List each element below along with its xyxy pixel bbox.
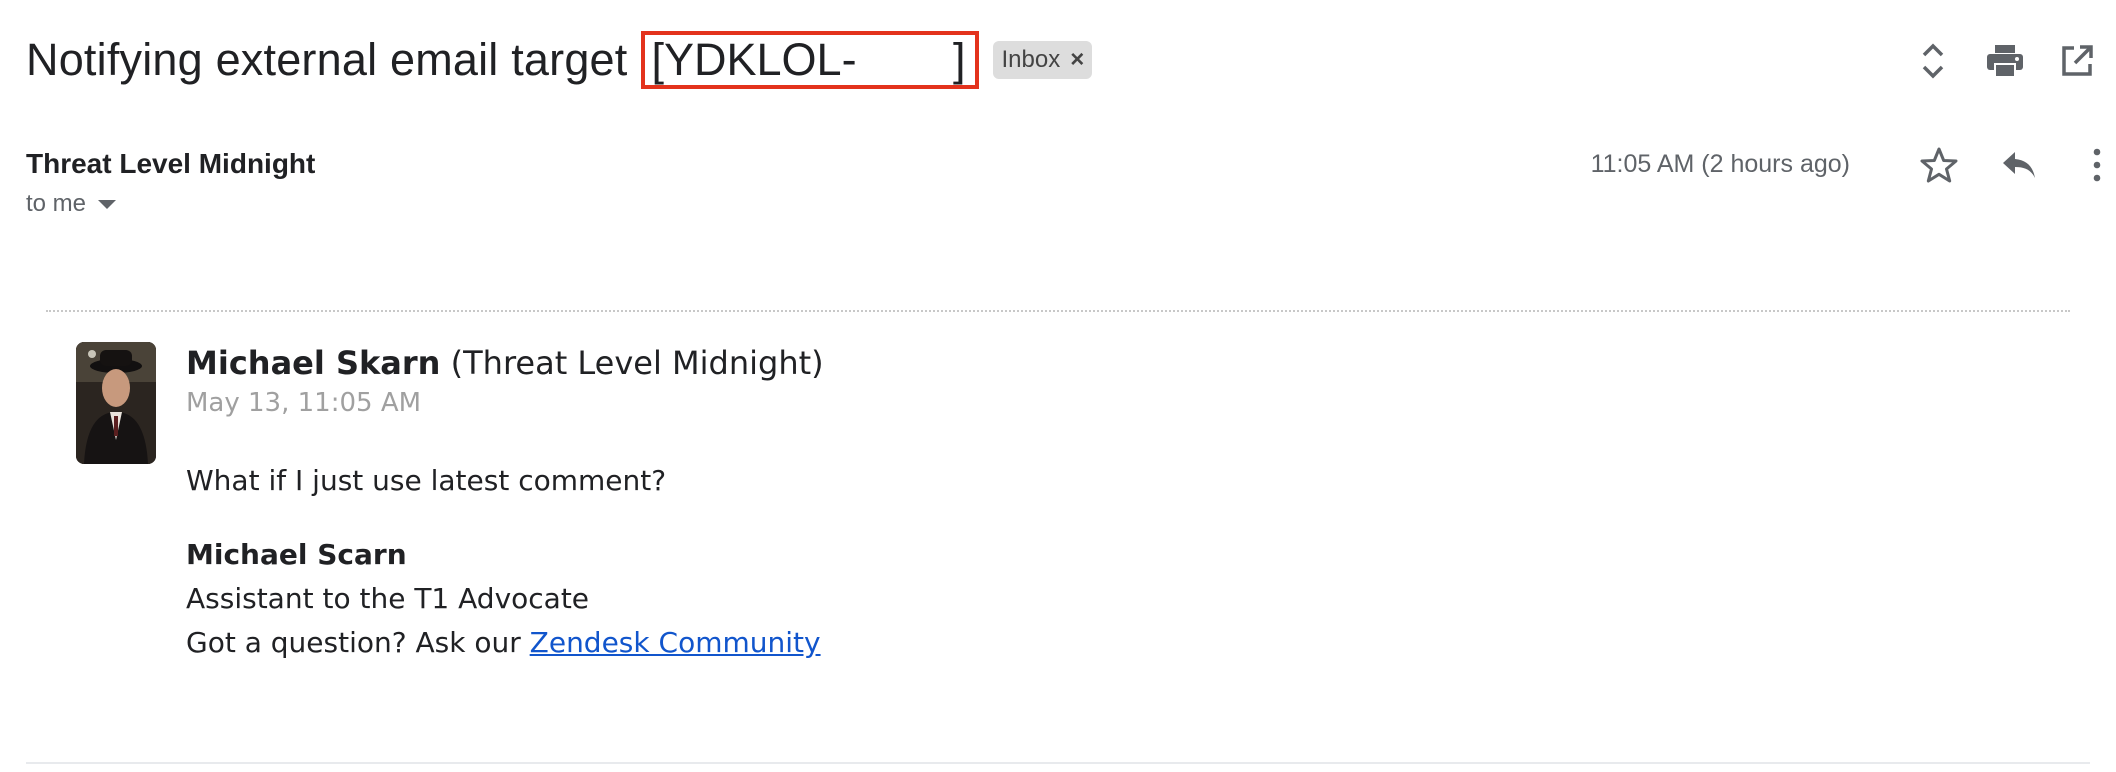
signature-help: Got a question? Ask our Zendesk Communit… [186, 626, 821, 659]
signature-name: Michael Scarn [186, 538, 407, 571]
label-text: Inbox [1001, 46, 1061, 73]
ticket-id-highlight: [YDKLOL- ] [641, 31, 980, 89]
thread-toolbar [1916, 38, 2116, 84]
quoted-author: Michael Skarn (Threat Level Midnight) [186, 344, 824, 382]
subject-row: Notifying external email target [YDKLOL-… [26, 28, 1093, 92]
message-bottom-divider [26, 762, 2090, 764]
more-vertical-icon[interactable] [2074, 142, 2116, 188]
quoted-author-org: (Threat Level Midnight) [450, 344, 824, 382]
remove-label-icon[interactable]: × [1070, 46, 1084, 74]
message-body: What if I just use latest comment? [186, 464, 667, 497]
ticket-tag: [YDKLOL- [651, 34, 857, 85]
open-in-new-window-icon[interactable] [2054, 38, 2100, 84]
ticket-tag-end: ] [952, 34, 966, 85]
quote-divider [46, 310, 2070, 312]
message-actions [1886, 140, 2116, 190]
quoted-author-name: Michael Skarn [186, 344, 441, 382]
message-timestamp: 11:05 AM (2 hours ago) [1590, 150, 1850, 178]
recipient-label: to me [26, 190, 87, 217]
unfold-icon[interactable] [1910, 38, 1956, 84]
email-subject: Notifying external email target [26, 34, 628, 85]
reply-icon[interactable] [1996, 142, 2042, 188]
recipient-details-toggle[interactable]: to me [26, 190, 117, 218]
avatar [76, 342, 156, 464]
zendesk-community-link[interactable]: Zendesk Community [530, 626, 821, 659]
quoted-date: May 13, 11:05 AM [186, 388, 422, 418]
print-icon[interactable] [1982, 38, 2028, 84]
star-icon[interactable] [1916, 142, 1962, 188]
signature-title: Assistant to the T1 Advocate [186, 582, 590, 615]
sender-name: Threat Level Midnight [26, 148, 316, 179]
inbox-label-chip[interactable]: Inbox × [993, 41, 1093, 79]
help-prefix: Got a question? Ask our [186, 626, 530, 659]
chevron-down-icon [98, 199, 117, 209]
